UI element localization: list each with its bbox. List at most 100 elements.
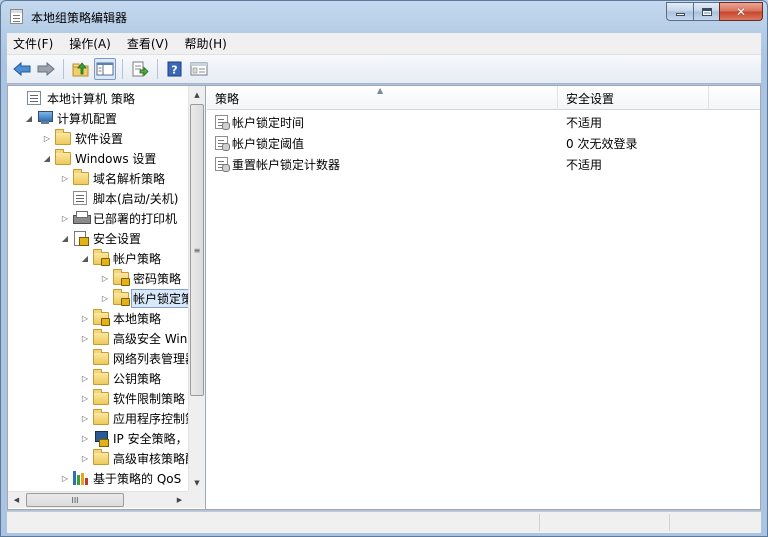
- close-icon: ✕: [735, 4, 747, 19]
- export-list-button[interactable]: [129, 58, 151, 80]
- tree-node[interactable]: ▷ 域名解析策略: [8, 168, 188, 188]
- tree-node[interactable]: ▷ 软件设置: [8, 128, 188, 148]
- tree-node-label: 安全设置: [93, 231, 142, 246]
- policy-row[interactable]: 帐户锁定时间 不适用: [207, 112, 760, 132]
- tree-node[interactable]: ▷ 应用程序控制策略: [8, 408, 205, 428]
- expand-arrow-icon[interactable]: ▷: [60, 473, 70, 483]
- tree-node[interactable]: ◢ Windows 设置: [8, 148, 188, 168]
- policy-editor-app-icon[interactable]: [10, 9, 23, 24]
- tree-node[interactable]: 网络列表管理器策略: [8, 348, 205, 368]
- window-frame: 本地组策略编辑器 ✕ 文件(F) 操作(A) 查看(V) 帮助(H) ? 本地计…: [0, 0, 768, 537]
- tree-node[interactable]: ▷ IP 安全策略，: [8, 428, 188, 448]
- column-header-security-setting[interactable]: 安全设置: [558, 86, 709, 110]
- scroll-down-arrow-icon[interactable]: ▼: [189, 474, 205, 491]
- expand-arrow-icon[interactable]: ▷: [80, 453, 90, 463]
- list-header: 策略 ▲ 安全设置: [207, 86, 760, 110]
- expand-arrow-icon[interactable]: ▷: [80, 433, 90, 443]
- scroll-up-arrow-icon[interactable]: ▲: [189, 86, 205, 103]
- folder-icon: [55, 149, 71, 165]
- forward-button[interactable]: [35, 58, 57, 80]
- properties-button[interactable]: [188, 58, 210, 80]
- policy-list-pane: 策略 ▲ 安全设置 帐户锁定时间 不适用 帐户锁定阈值 0 次无效登录 重置帐户锁定计数…: [207, 86, 760, 509]
- script-icon: [73, 191, 89, 205]
- folder-icon: [55, 129, 71, 145]
- tree-horizontal-scrollbar[interactable]: ◀ III ▶: [8, 491, 188, 508]
- title-bar[interactable]: 本地组策略编辑器 ✕: [1, 1, 767, 32]
- tree-node[interactable]: ◢ 帐户策略: [8, 248, 188, 268]
- locked-folder-icon: [113, 269, 130, 286]
- expand-arrow-icon[interactable]: ▷: [100, 273, 110, 283]
- show-hide-console-tree-button[interactable]: [94, 58, 116, 80]
- toolbar-separator: [122, 59, 123, 79]
- svg-text:?: ?: [171, 64, 177, 77]
- export-list-icon: [132, 61, 149, 77]
- maximize-button[interactable]: [693, 2, 719, 21]
- tree-node[interactable]: ▷ 本地策略: [8, 308, 188, 328]
- tree-node-label: 域名解析策略: [93, 171, 166, 186]
- folder-icon: [93, 409, 109, 425]
- toolbar-separator: [157, 59, 158, 79]
- menu-file[interactable]: 文件(F): [13, 35, 53, 52]
- collapse-arrow-icon[interactable]: ◢: [24, 113, 34, 123]
- expand-arrow-icon[interactable]: ▷: [80, 333, 90, 343]
- tree-node[interactable]: ◢ 安全设置: [8, 228, 188, 248]
- policy-row[interactable]: 帐户锁定阈值 0 次无效登录: [207, 133, 760, 153]
- horizontal-scroll-thumb[interactable]: III: [26, 493, 124, 507]
- tree-node-label: 密码策略: [133, 271, 182, 286]
- expand-arrow-icon[interactable]: ▷: [80, 413, 90, 423]
- expand-arrow-icon[interactable]: ▷: [60, 213, 70, 223]
- scrollbar-corner: [188, 491, 205, 508]
- close-button[interactable]: ✕: [719, 2, 763, 21]
- policy-setting-icon: [215, 157, 230, 172]
- locked-folder-icon: [113, 289, 130, 306]
- expand-arrow-icon[interactable]: ▷: [42, 133, 52, 143]
- expand-arrow-icon[interactable]: ▷: [80, 313, 90, 323]
- vertical-scroll-thumb[interactable]: ≡: [190, 104, 204, 396]
- tree-node[interactable]: ▷高级安全 Windows 防火墙: [8, 328, 205, 348]
- scroll-right-arrow-icon[interactable]: ▶: [171, 492, 188, 508]
- tree-node[interactable]: ▷ 帐户锁定策略: [8, 288, 205, 308]
- folder-icon: [93, 349, 109, 365]
- tree-node-label: IP 安全策略，: [113, 431, 188, 446]
- collapse-arrow-icon[interactable]: ◢: [60, 233, 70, 243]
- console-tree-pane: 本地计算机 策略 ◢ 计算机配置 ▷ 软件设置 ◢ Windows 设置 ▷ 域名解析策略脚本(…: [8, 86, 206, 509]
- no-expander: [14, 93, 24, 103]
- scroll-grip-icon: ≡: [193, 245, 201, 255]
- scroll-left-arrow-icon[interactable]: ◀: [8, 492, 25, 508]
- policy-setting-icon: [215, 115, 230, 130]
- expand-arrow-icon[interactable]: ▷: [80, 373, 90, 383]
- tree-node[interactable]: ▷ 高级审核策略配置: [8, 448, 205, 468]
- minimize-icon: [675, 13, 685, 16]
- tree-node[interactable]: 脚本(启动/关机): [8, 188, 188, 208]
- up-one-level-button[interactable]: [70, 58, 92, 80]
- expand-arrow-icon[interactable]: ▷: [100, 293, 110, 303]
- menu-help[interactable]: 帮助(H): [184, 35, 226, 52]
- tree-node-label: 软件设置: [75, 131, 124, 146]
- tree-node[interactable]: 本地计算机 策略: [8, 88, 188, 108]
- collapse-arrow-icon[interactable]: ◢: [42, 153, 52, 163]
- tree-node[interactable]: ◢ 计算机配置: [8, 108, 188, 128]
- main-content: 本地计算机 策略 ◢ 计算机配置 ▷ 软件设置 ◢ Windows 设置 ▷ 域名解析策略脚本(…: [7, 85, 761, 510]
- no-expander: [60, 193, 70, 203]
- minimize-button[interactable]: [666, 2, 693, 21]
- folder-icon: [93, 329, 109, 345]
- scroll-grip-icon: III: [71, 495, 79, 505]
- tree-node[interactable]: ▷ 密码策略: [8, 268, 188, 288]
- menu-action[interactable]: 操作(A): [69, 35, 111, 52]
- tree-node[interactable]: ▷ 软件限制策略: [8, 388, 188, 408]
- back-button[interactable]: [11, 58, 33, 80]
- tree-node[interactable]: ▷ 已部署的打印机: [8, 208, 188, 228]
- tree-node[interactable]: ▷ 公钥策略: [8, 368, 188, 388]
- up-folder-icon: [72, 62, 89, 77]
- policy-row[interactable]: 重置帐户锁定计数器 不适用: [207, 154, 760, 174]
- collapse-arrow-icon[interactable]: ◢: [80, 253, 90, 263]
- menu-view[interactable]: 查看(V): [127, 35, 169, 52]
- tree-vertical-scrollbar[interactable]: ▲ ≡ ▼: [188, 86, 205, 491]
- tree-node[interactable]: ▷ 基于策略的 QoS: [8, 468, 188, 488]
- expand-arrow-icon[interactable]: ▷: [60, 173, 70, 183]
- help-button[interactable]: ?: [164, 58, 186, 80]
- menu-bar: 文件(F) 操作(A) 查看(V) 帮助(H): [7, 33, 761, 55]
- column-header-policy[interactable]: 策略 ▲: [207, 86, 558, 110]
- expand-arrow-icon[interactable]: ▷: [80, 393, 90, 403]
- tree-node-label: 基于策略的 QoS: [93, 471, 182, 486]
